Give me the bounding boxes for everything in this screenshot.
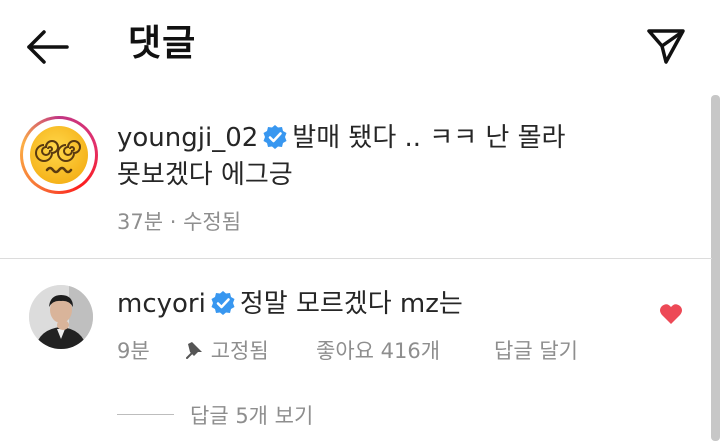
page-title: 댓글 [128,23,197,64]
comment-text-line-2: 못보겠다 에그긍 [117,160,293,190]
username[interactable]: youngji_02 [117,123,258,153]
verified-badge-icon [263,124,287,149]
likes-count[interactable]: 좋아요 416개 [316,337,440,365]
pinned-label: 고정됨 [210,339,269,363]
reply-button[interactable]: 답글 달기 [494,337,578,365]
username[interactable]: mcyori [117,289,206,319]
heart-icon[interactable] [659,303,683,325]
comment-time: 9분 [117,339,150,363]
comment-text-line: youngji_02 발매 됐다 .. ㅋㅋ 난 몰라 [117,120,565,156]
person-photo-icon [29,285,93,349]
comment-text-line: mcyori 정말 모르겠다 mz는 [117,286,463,322]
comments-screen: 댓글 youngji_02 발매 됐다 .. ㅋㅋ 난 몰라 못보겠다 에그긍 … [0,0,720,441]
view-replies-button[interactable]: 답글 5개 보기 [190,402,313,430]
comment-text: 발매 됐다 .. ㅋㅋ 난 몰라 [292,123,566,153]
arrow-left-icon [27,30,69,64]
comment-meta: 37분 · 수정됨 [117,208,241,236]
comment-time: 37분 [117,210,164,234]
header-bar: 댓글 [0,0,720,92]
paper-plane-icon [647,29,685,64]
replies-divider [117,414,174,415]
divider [0,258,712,259]
pin-icon [186,342,202,359]
comment-meta: 9분 [117,337,150,365]
avatar[interactable] [29,285,93,349]
share-button[interactable] [640,22,692,70]
back-button[interactable] [22,24,72,70]
comment-text: 정말 모르겠다 mz는 [239,289,463,319]
scrollbar[interactable] [711,95,720,441]
meta-separator: · [169,210,177,234]
pinned-indicator: 고정됨 [186,337,269,365]
dizzy-face-emoji-icon [30,126,88,184]
edited-label: 수정됨 [183,210,242,234]
verified-badge-icon [211,290,235,315]
